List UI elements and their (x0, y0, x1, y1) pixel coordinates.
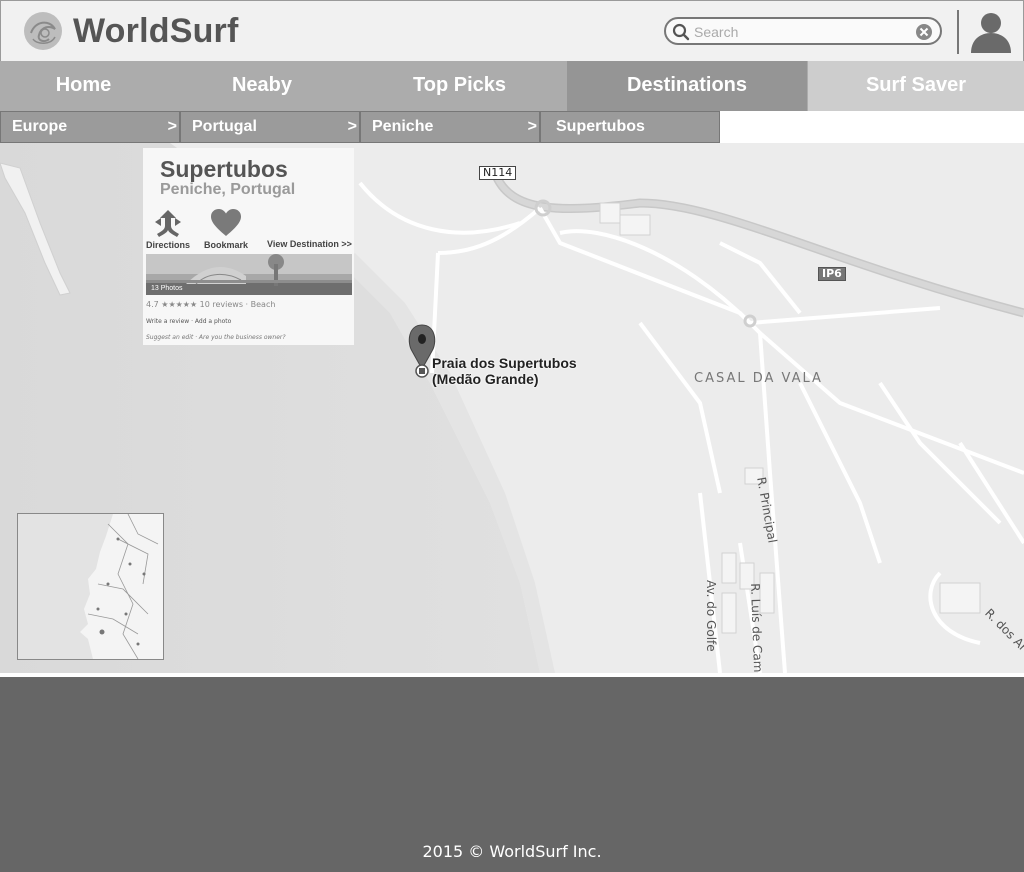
breadcrumb-label: Supertubos (556, 118, 645, 135)
bookmark-label: Bookmark (203, 240, 248, 250)
place-photo[interactable]: 13 Photos (146, 254, 352, 295)
breadcrumb-supertubos[interactable]: Supertubos (540, 111, 720, 143)
map-view[interactable]: N114 IP6 CASAL DA VALA R. Principal Av. … (0, 143, 1024, 673)
breadcrumb-portugal[interactable]: Portugal > (180, 111, 360, 143)
review-links[interactable]: Write a review · Add a photo (146, 318, 231, 325)
suggest-edit-link[interactable]: Suggest an edit · Are you the business o… (146, 334, 286, 341)
road-label-ip6: IP6 (818, 267, 846, 281)
place-rating: 4.7 ★★★★★ 10 reviews · Beach (146, 300, 276, 309)
footer: 2015 © WorldSurf Inc. (0, 677, 1024, 872)
directions-button[interactable]: Directions (146, 208, 190, 250)
search-input[interactable] (694, 22, 904, 42)
brand-name[interactable]: WorldSurf (73, 12, 239, 51)
photo-count: 13 Photos (151, 285, 183, 292)
nav-surf-saver[interactable]: Surf Saver (808, 61, 1024, 111)
main-nav: Home Neaby Top Picks Destinations Surf S… (0, 61, 1024, 111)
pin-label-line1: Praia dos Supertubos (432, 355, 577, 371)
minimap-image (18, 514, 163, 659)
directions-icon (155, 210, 181, 237)
breadcrumb-label: Europe (12, 118, 68, 135)
place-subtitle: Peniche, Portugal (160, 181, 296, 198)
breadcrumb-separator: > (167, 118, 177, 135)
clear-search-icon[interactable] (915, 23, 933, 41)
header: WorldSurf (0, 0, 1024, 62)
breadcrumb-europe[interactable]: Europe > (0, 111, 180, 143)
nav-top-picks[interactable]: Top Picks (357, 61, 562, 111)
place-title: Supertubos (160, 156, 288, 182)
area-label: CASAL DA VALA (694, 371, 823, 386)
bookmark-button[interactable]: Bookmark (203, 208, 249, 250)
header-divider (957, 10, 959, 54)
road-label-n114: N114 (479, 166, 517, 180)
nav-destinations[interactable]: Destinations (567, 61, 807, 111)
nav-home[interactable]: Home (0, 61, 167, 111)
nav-nearby[interactable]: Neaby (167, 61, 357, 111)
breadcrumb-label: Portugal (192, 118, 257, 135)
location-pin-label[interactable]: Praia dos Supertubos (Medão Grande) (432, 355, 577, 387)
overview-minimap[interactable] (17, 513, 164, 660)
street-label-golfe: Av. do Golfe (704, 580, 718, 652)
directions-label: Directions (146, 240, 191, 250)
search-box[interactable] (664, 17, 942, 45)
view-destination-link[interactable]: View Destination >> (267, 239, 352, 249)
breadcrumb-label: Peniche (372, 118, 434, 135)
logo-icon[interactable] (23, 11, 63, 51)
search-icon[interactable] (672, 23, 690, 41)
pin-label-line2: (Medão Grande) (432, 371, 539, 387)
user-avatar-icon[interactable] (967, 11, 1015, 53)
breadcrumb-separator: > (527, 118, 537, 135)
heart-icon (211, 209, 241, 236)
place-card: Supertubos Peniche, Portugal Directions … (143, 148, 354, 345)
breadcrumb-peniche[interactable]: Peniche > (360, 111, 540, 143)
breadcrumb-separator: > (347, 118, 357, 135)
copyright-text: 2015 © WorldSurf Inc. (422, 842, 602, 861)
